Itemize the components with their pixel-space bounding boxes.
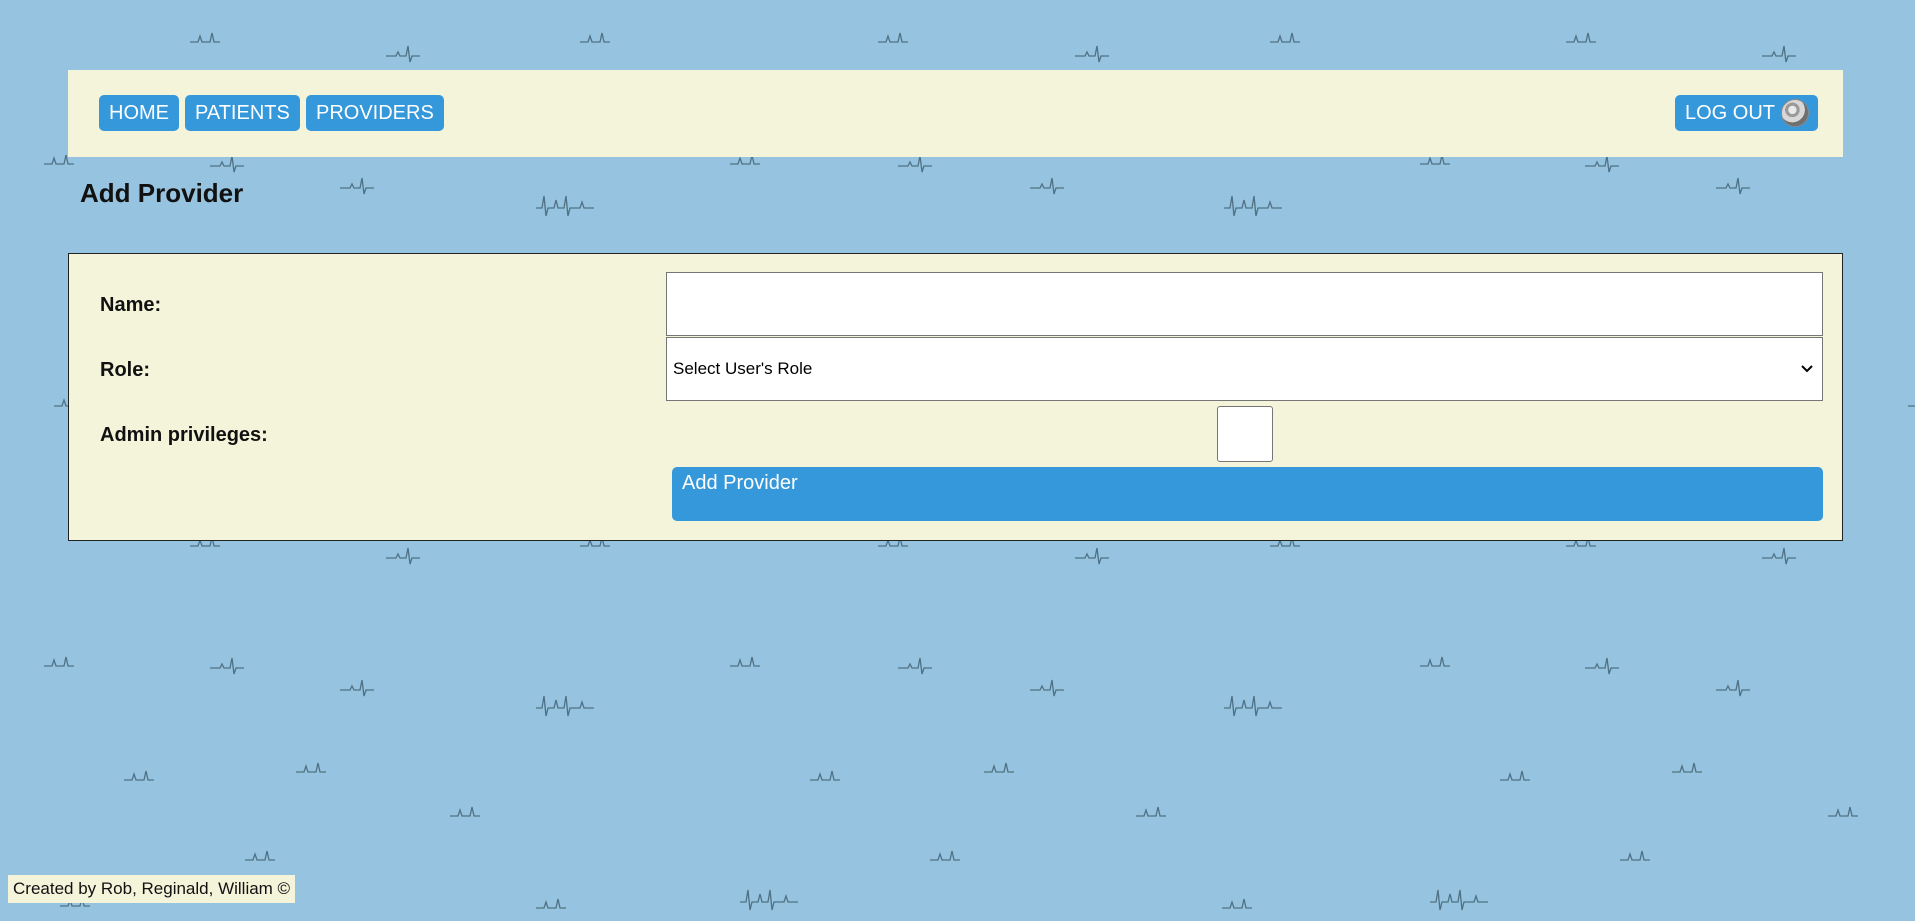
logout-label: LOG OUT	[1685, 101, 1776, 124]
name-label: Name:	[100, 294, 162, 316]
chevron-down-icon	[1798, 360, 1816, 378]
add-provider-form: Name: Role: Select User's Role Admin pri…	[68, 253, 1843, 541]
add-provider-submit-button[interactable]: Add Provider	[672, 467, 1823, 521]
admin-privileges-label: Admin privileges:	[100, 424, 268, 446]
user-avatar-icon	[1781, 99, 1810, 127]
nav-home-button[interactable]: HOME	[99, 95, 179, 131]
nav-patients-button[interactable]: PATIENTS	[185, 95, 300, 131]
top-navbar: HOME PATIENTS PROVIDERS LOG OUT	[68, 70, 1843, 157]
role-label: Role:	[100, 359, 150, 381]
admin-privileges-checkbox[interactable]	[1217, 406, 1273, 462]
name-input[interactable]	[666, 272, 1823, 336]
role-select[interactable]: Select User's Role	[666, 337, 1823, 401]
role-select-value: Select User's Role	[673, 359, 813, 378]
page-title: Add Provider	[80, 178, 244, 208]
nav-providers-button[interactable]: PROVIDERS	[306, 95, 444, 131]
footer-credit: Created by Rob, Reginald, William ©	[8, 875, 296, 903]
logout-button[interactable]: LOG OUT	[1675, 95, 1818, 131]
